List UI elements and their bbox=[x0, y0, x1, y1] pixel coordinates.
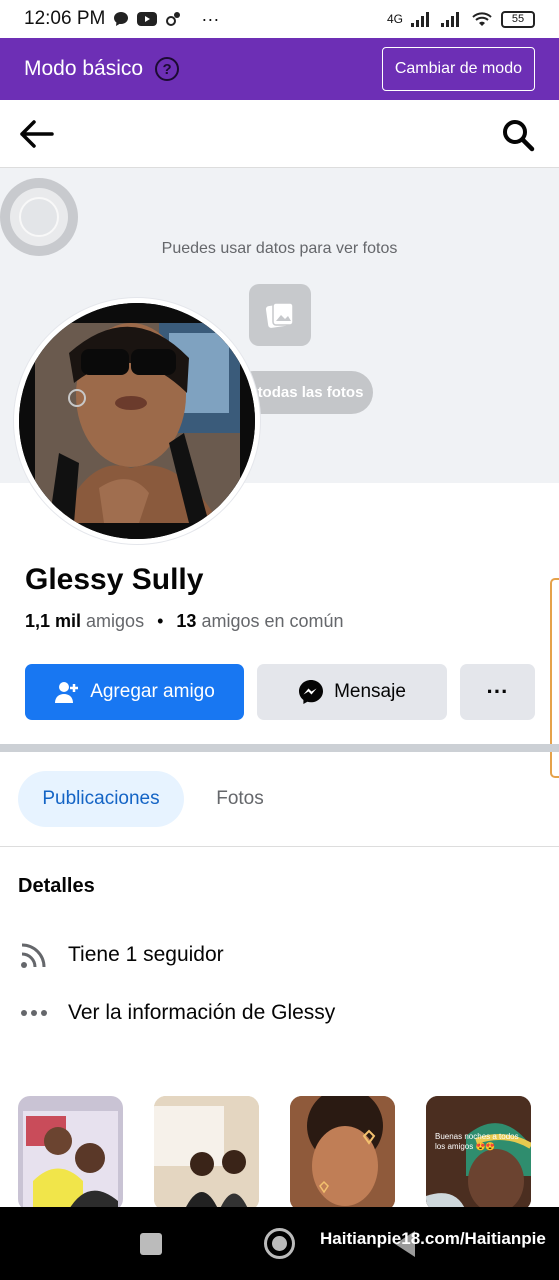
watermark-text: Haitianpie18.com/Haitianpie bbox=[320, 1229, 546, 1248]
thumbnail-caption: Buenas noches a todos los amigos 😍😍 bbox=[435, 1132, 519, 1152]
tab-photos[interactable]: Fotos bbox=[200, 771, 280, 827]
battery-icon: 55 bbox=[501, 10, 535, 28]
detail-followers-text: Tiene 1 seguidor bbox=[68, 943, 224, 966]
help-icon[interactable]: ? bbox=[155, 57, 180, 81]
search-icon[interactable] bbox=[501, 118, 535, 152]
message-label: Mensaje bbox=[334, 681, 406, 702]
friends-label: amigos bbox=[86, 611, 145, 631]
system-navigation-bar: Haitianpie18.com/Haitianpie bbox=[0, 1207, 559, 1280]
status-time: 12:06 PM bbox=[24, 8, 106, 29]
signal-icon bbox=[411, 12, 429, 27]
youtube-icon bbox=[137, 12, 158, 26]
wifi-icon bbox=[472, 12, 492, 26]
thumbnail[interactable] bbox=[154, 1096, 259, 1211]
network-label: 4G bbox=[386, 12, 403, 26]
detail-about-text: Ver la información de Glessy bbox=[68, 1001, 336, 1024]
add-friend-label: Agregar amigo bbox=[90, 681, 215, 702]
basic-mode-title: Modo básico bbox=[24, 57, 144, 80]
messenger-icon bbox=[299, 680, 324, 704]
more-options-button[interactable]: ··· bbox=[460, 664, 535, 720]
thumbnail[interactable] bbox=[18, 1096, 123, 1211]
profile-avatar[interactable] bbox=[14, 298, 260, 544]
settings-icon bbox=[166, 12, 181, 26]
detail-about[interactable]: Ver la información de Glessy bbox=[18, 998, 335, 1028]
thumbnail[interactable] bbox=[290, 1096, 395, 1211]
profile-photo bbox=[19, 303, 255, 539]
status-dots: ··· bbox=[201, 8, 220, 29]
thumbnail[interactable]: Buenas noches a todos los amigos 😍😍 bbox=[426, 1096, 531, 1211]
tab-posts[interactable]: Publicaciones bbox=[18, 771, 184, 827]
message-button[interactable]: Mensaje bbox=[257, 664, 447, 720]
details-heading: Detalles bbox=[18, 875, 95, 897]
basic-mode-bar: Modo básico ? Cambiar de modo bbox=[0, 38, 559, 100]
switch-mode-button[interactable]: Cambiar de modo bbox=[381, 47, 535, 91]
photo-placeholder-icon[interactable] bbox=[249, 284, 311, 346]
status-right: 4G 55 bbox=[386, 10, 535, 28]
profile-tabs: Publicaciones Fotos bbox=[0, 752, 559, 847]
profile-name: Glessy Sully bbox=[25, 563, 204, 596]
detail-followers[interactable]: Tiene 1 seguidor bbox=[18, 940, 224, 970]
signal-icon-2 bbox=[441, 12, 459, 27]
back-arrow-icon[interactable] bbox=[18, 118, 54, 150]
notification-icons: ··· bbox=[113, 9, 219, 30]
more-dots-icon bbox=[18, 1008, 50, 1018]
recent-apps-button[interactable] bbox=[140, 1233, 162, 1255]
bullet-separator: • bbox=[157, 611, 164, 631]
mutual-count: 13 bbox=[176, 611, 197, 631]
add-friend-button[interactable]: Agregar amigo bbox=[25, 664, 244, 720]
rss-icon bbox=[18, 940, 50, 970]
home-button[interactable] bbox=[264, 1228, 295, 1259]
status-bar: 12:06 PM ··· 4G 55 bbox=[0, 0, 559, 38]
story-thumbnails: Buenas noches a todos los amigos 😍😍 bbox=[18, 1096, 559, 1211]
profile-actions: Agregar amigo Mensaje ··· bbox=[25, 664, 535, 720]
top-nav bbox=[0, 100, 559, 168]
cover-data-message: Puedes usar datos para ver fotos bbox=[161, 240, 398, 257]
chat-bubble-icon bbox=[114, 12, 129, 26]
friends-summary[interactable]: 1,1 mil amigos • 13 amigos en común bbox=[25, 611, 344, 632]
section-divider bbox=[0, 744, 559, 752]
friend-count: 1,1 mil bbox=[25, 611, 82, 631]
mutual-label: amigos en común bbox=[201, 611, 344, 631]
add-friend-icon bbox=[55, 682, 79, 703]
